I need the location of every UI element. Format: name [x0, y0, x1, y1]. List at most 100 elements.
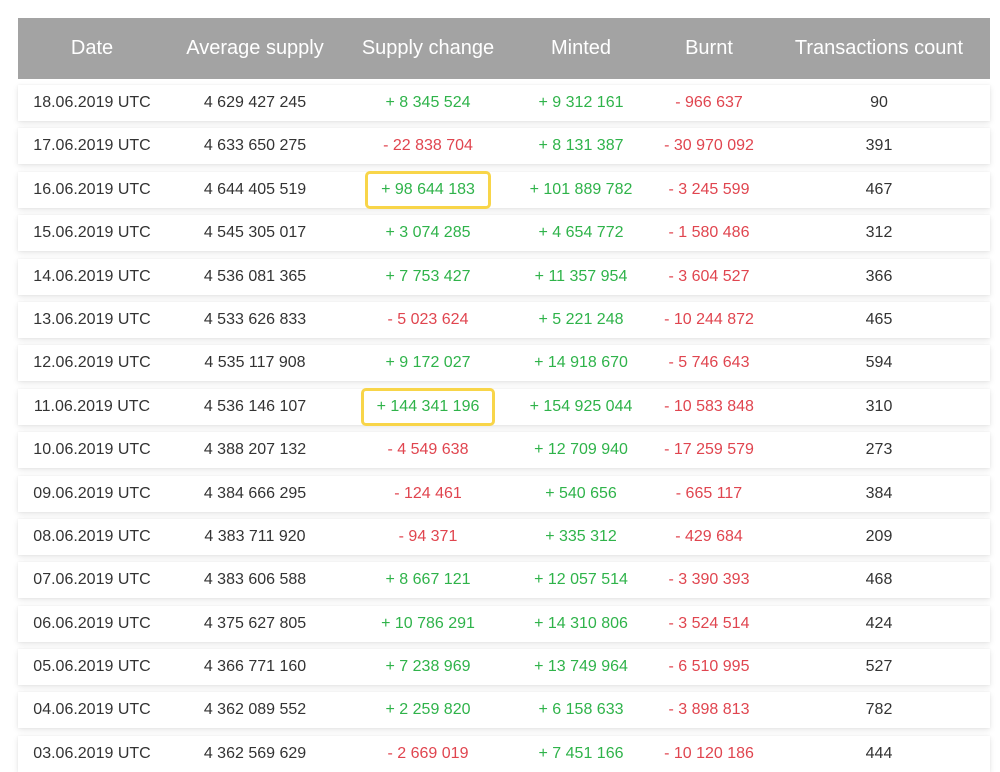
cell-burnt: - 10 120 186: [664, 744, 754, 762]
cell-supply-change: + 7 753 427: [385, 267, 471, 285]
cell-average-supply: 4 633 650 275: [203, 137, 307, 155]
cell-transactions-count: 312: [865, 224, 893, 242]
cell-transactions-count: 90: [870, 94, 888, 111]
table-row[interactable]: 16.06.2019 UTC 4 644 405 519 + 98 644 183 +…: [18, 170, 990, 209]
cell-transactions-count: 424: [865, 614, 893, 632]
cell-burnt: - 10 583 848: [664, 397, 754, 415]
cell-minted: + 14 918 670: [534, 354, 628, 372]
cell-burnt: - 6 510 995: [668, 658, 750, 676]
cell-transactions-count: 391: [865, 137, 893, 155]
cell-minted: + 154 925 044: [529, 397, 633, 415]
cell-transactions-count: 366: [865, 267, 893, 285]
table-row[interactable]: 17.06.2019 UTC 4 633 650 275 - 22 838 704 +…: [18, 128, 990, 165]
table-header: Date Average supply Supply change Minted…: [18, 18, 990, 79]
cell-burnt: - 5 746 643: [668, 354, 750, 372]
cell-average-supply: 4 383 711 920: [204, 527, 306, 545]
cell-burnt: - 3 524 514: [668, 614, 750, 632]
cell-average-supply: 4 383 606 588: [203, 571, 307, 589]
header-supply-change[interactable]: Supply change: [344, 37, 512, 60]
table-row[interactable]: 11.06.2019 UTC 4 536 146 107 + 144 341 196…: [18, 387, 990, 426]
cell-minted: + 101 889 782: [529, 180, 633, 198]
header-date[interactable]: Date: [18, 37, 166, 60]
cell-transactions-count: 384: [865, 484, 893, 502]
header-burnt[interactable]: Burnt: [650, 37, 768, 60]
cell-transactions-count: 467: [865, 180, 893, 198]
cell-burnt: - 429 684: [675, 527, 743, 545]
cell-supply-change: + 2 259 820: [385, 701, 471, 719]
cell-date: 05.06.2019 UTC: [33, 658, 151, 676]
cell-date: 16.06.2019 UTC: [33, 180, 151, 198]
cell-minted: + 14 310 806: [534, 614, 628, 632]
header-average-supply[interactable]: Average supply: [166, 37, 344, 60]
cell-minted: + 5 221 248: [538, 310, 624, 328]
cell-minted: + 9 312 161: [538, 94, 624, 111]
cell-average-supply: 4 629 427 245: [203, 94, 307, 111]
cell-minted: + 11 357 954: [534, 267, 628, 285]
table-row[interactable]: 04.06.2019 UTC 4 362 089 552 + 2 259 820 + …: [18, 692, 990, 729]
table-row[interactable]: 15.06.2019 UTC 4 545 305 017 + 3 074 285 + …: [18, 215, 990, 252]
table-row[interactable]: 18.06.2019 UTC 4 629 427 245 + 8 345 524 + …: [18, 85, 990, 121]
table-row[interactable]: 12.06.2019 UTC 4 535 117 908 + 9 172 027 + …: [18, 345, 990, 382]
cell-minted: + 13 749 964: [534, 658, 628, 676]
cell-date: 04.06.2019 UTC: [33, 701, 151, 719]
cell-supply-change: - 94 371: [398, 527, 458, 545]
cell-date: 08.06.2019 UTC: [33, 527, 151, 545]
table-row[interactable]: 03.06.2019 UTC 4 362 569 629 - 2 669 019 + …: [18, 735, 990, 772]
cell-date: 11.06.2019 UTC: [33, 397, 151, 415]
cell-date: 07.06.2019 UTC: [33, 571, 151, 589]
cell-burnt: - 3 898 813: [668, 701, 750, 719]
cell-supply-change: - 22 838 704: [383, 137, 473, 155]
cell-burnt: - 3 390 393: [668, 571, 750, 589]
cell-transactions-count: 594: [865, 354, 893, 372]
header-minted[interactable]: Minted: [512, 37, 650, 60]
cell-average-supply: 4 384 666 295: [203, 484, 307, 502]
cell-transactions-count: 465: [865, 310, 893, 328]
cell-date: 12.06.2019 UTC: [33, 354, 151, 372]
cell-supply-change: + 8 345 524: [385, 94, 471, 111]
cell-burnt: - 3 245 599: [668, 180, 750, 198]
cell-date: 09.06.2019 UTC: [33, 484, 151, 502]
cell-minted: + 335 312: [545, 527, 617, 545]
table-row[interactable]: 05.06.2019 UTC 4 366 771 160 + 7 238 969 + …: [18, 649, 990, 686]
cell-supply-change: + 9 172 027: [385, 354, 471, 372]
table-row[interactable]: 13.06.2019 UTC 4 533 626 833 - 5 023 624 + …: [18, 301, 990, 338]
cell-minted: + 12 057 514: [534, 571, 628, 589]
cell-burnt: - 966 637: [675, 94, 743, 111]
cell-minted: + 12 709 940: [534, 441, 628, 459]
cell-transactions-count: 209: [865, 527, 893, 545]
cell-date: 15.06.2019 UTC: [33, 224, 151, 242]
cell-minted: + 7 451 166: [538, 744, 624, 762]
header-transactions-count[interactable]: Transactions count: [768, 37, 990, 60]
cell-average-supply: 4 536 081 365: [203, 267, 307, 285]
table-row[interactable]: 09.06.2019 UTC 4 384 666 295 - 124 461 + 54…: [18, 475, 990, 512]
cell-burnt: - 1 580 486: [668, 224, 750, 242]
table-body: 18.06.2019 UTC 4 629 427 245 + 8 345 524 + …: [18, 85, 990, 772]
cell-minted: + 8 131 387: [538, 137, 624, 155]
cell-supply-change: - 124 461: [394, 484, 462, 502]
cell-date: 06.06.2019 UTC: [33, 614, 151, 632]
table-row[interactable]: 06.06.2019 UTC 4 375 627 805 + 10 786 291 +…: [18, 605, 990, 642]
cell-average-supply: 4 388 207 132: [203, 441, 307, 459]
cell-date: 14.06.2019 UTC: [33, 267, 151, 285]
cell-supply-change: + 8 667 121: [385, 571, 471, 589]
table-row[interactable]: 10.06.2019 UTC 4 388 207 132 - 4 549 638 + …: [18, 432, 990, 469]
cell-average-supply: 4 533 626 833: [203, 310, 307, 328]
cell-average-supply: 4 362 569 629: [203, 744, 307, 762]
cell-transactions-count: 273: [865, 441, 893, 459]
cell-date: 10.06.2019 UTC: [33, 441, 151, 459]
cell-burnt: - 665 117: [675, 484, 743, 502]
cell-supply-change: + 10 786 291: [381, 614, 475, 632]
table-row[interactable]: 08.06.2019 UTC 4 383 711 920 - 94 371 + 335…: [18, 518, 990, 555]
cell-supply-change: - 5 023 624: [387, 310, 469, 328]
cell-average-supply: 4 644 405 519: [203, 180, 307, 198]
cell-supply-change: + 98 644 183: [344, 170, 512, 209]
cell-supply-change: + 144 341 196: [344, 387, 512, 426]
cell-burnt: - 3 604 527: [668, 267, 750, 285]
table-row[interactable]: 14.06.2019 UTC 4 536 081 365 + 7 753 427 + …: [18, 258, 990, 295]
cell-average-supply: 4 536 146 107: [203, 397, 307, 415]
cell-date: 17.06.2019 UTC: [33, 137, 151, 155]
cell-transactions-count: 468: [865, 571, 893, 589]
cell-burnt: - 17 259 579: [664, 441, 754, 459]
table-row[interactable]: 07.06.2019 UTC 4 383 606 588 + 8 667 121 + …: [18, 562, 990, 599]
cell-transactions-count: 444: [865, 744, 893, 762]
